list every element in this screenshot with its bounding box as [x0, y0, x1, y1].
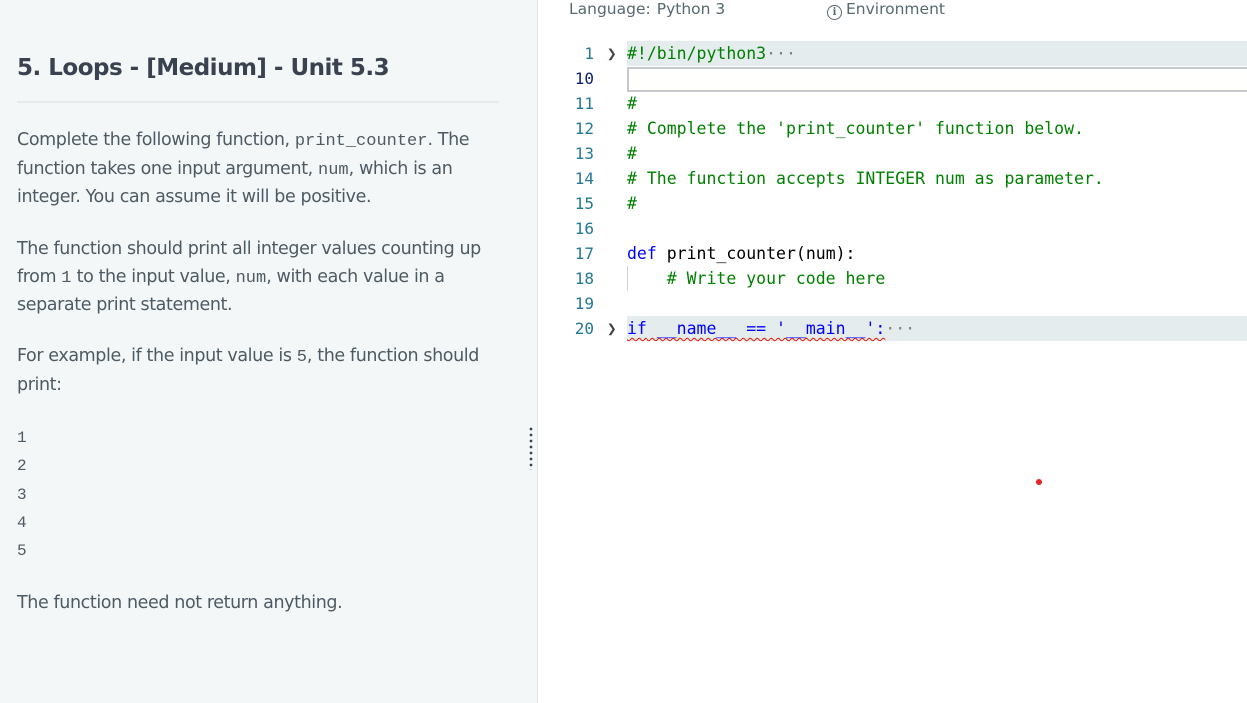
line-number: 15 — [574, 194, 594, 213]
code-line[interactable]: 15 # — [538, 191, 1247, 216]
line-number: 1 — [584, 44, 594, 63]
current-line-highlight — [627, 67, 1247, 92]
code-line[interactable]: 14 # The function accepts INTEGER num as… — [538, 166, 1247, 191]
keyword-token: if — [627, 319, 647, 338]
code-text: def print_counter(num): — [627, 241, 856, 266]
comment-token: # — [627, 94, 637, 113]
comment-token: # Write your code here — [627, 269, 886, 288]
code-line[interactable]: 13 # — [538, 141, 1247, 166]
problem-title: 5. Loops - [Medium] - Unit 5.3 — [17, 55, 390, 81]
line-number: 10 — [574, 69, 594, 88]
example-output-line: 3 — [17, 485, 27, 504]
fold-expand-icon[interactable]: ❯ — [607, 316, 617, 341]
inline-code: 1 — [61, 268, 72, 288]
inline-code: 5 — [296, 348, 307, 367]
environment-button[interactable]: i Environment — [827, 0, 945, 20]
comment-token: # — [627, 144, 637, 163]
comment-token: # The function accepts INTEGER num as pa… — [627, 169, 1104, 188]
line-number: 11 — [574, 94, 594, 113]
editor-panel: Language: Python 3 i Environment 1 ❯ #!/bi… — [538, 0, 1247, 703]
code-line[interactable]: 12 # Complete the 'print_counter' functi… — [538, 116, 1247, 141]
comment-token: # Complete the 'print_counter' function … — [627, 119, 1084, 138]
inline-code: num — [318, 160, 349, 180]
drag-grip-icon — [528, 426, 534, 470]
line-number: 13 — [574, 144, 594, 163]
problem-panel: 5. Loops - [Medium] - Unit 5.3 Complete … — [0, 0, 525, 703]
title-divider — [17, 101, 499, 103]
line-number: 16 — [574, 219, 594, 238]
code-token: __name__ == '__main__': — [646, 319, 886, 338]
mouse-pointer-marker — [1036, 479, 1042, 485]
code-text: #!/bin/python3··· — [627, 41, 796, 66]
info-icon: i — [827, 5, 842, 20]
line-number: 19 — [574, 294, 594, 313]
panel-resize-handle[interactable] — [524, 0, 538, 703]
comment-token: #!/bin/python3 — [627, 44, 767, 63]
code-editor[interactable]: 1 ❯ #!/bin/python3··· 10 11 # 12 # Compl… — [538, 41, 1247, 703]
example-output-line: 5 — [17, 542, 27, 561]
example-output-line: 1 — [17, 429, 27, 447]
environment-label: Environment — [846, 0, 945, 18]
problem-paragraph-4: The function need not return anything. — [17, 593, 343, 613]
line-number: 17 — [574, 244, 594, 263]
code-line[interactable]: 18 # Write your code here — [538, 266, 1247, 291]
code-line[interactable]: 17 def print_counter(num): — [538, 241, 1247, 266]
problem-paragraph-2: The function should print all integer va… — [17, 236, 507, 320]
line-number: 12 — [574, 119, 594, 138]
example-output: 1 2 3 4 5 — [17, 424, 27, 565]
keyword-token: def — [627, 244, 657, 263]
text: For example, if the input value is — [17, 346, 297, 366]
line-number: 18 — [574, 269, 594, 288]
code-line[interactable]: 1 ❯ #!/bin/python3··· — [538, 41, 1247, 66]
folded-ellipsis[interactable]: ··· — [885, 319, 915, 338]
code-line-current[interactable]: 10 — [538, 66, 1247, 92]
code-text: if __name__ == '__main__':··· — [627, 316, 915, 341]
language-label: Language: — [569, 0, 651, 18]
error-squiggle: if __name__ == '__main__': — [627, 319, 885, 338]
code-token: print_counter(num): — [656, 244, 856, 263]
line-number: 14 — [574, 169, 594, 188]
problem-paragraph-3: For example, if the input value is 5, th… — [17, 343, 507, 399]
code-line[interactable]: 11 # — [538, 91, 1247, 116]
text: to the input value, — [71, 266, 236, 287]
code-line[interactable]: 19 — [538, 291, 1247, 316]
fold-expand-icon[interactable]: ❯ — [607, 41, 617, 66]
inline-code: num — [235, 268, 267, 288]
code-line[interactable]: 16 — [538, 216, 1247, 241]
example-output-line: 4 — [17, 513, 27, 532]
line-number: 20 — [574, 319, 594, 338]
comment-token: # — [627, 194, 637, 213]
code-line[interactable]: 20 ❯ if __name__ == '__main__':··· — [538, 316, 1247, 341]
language-selector[interactable]: Language: Python 3 — [569, 0, 725, 18]
example-output-line: 2 — [17, 457, 27, 476]
problem-paragraph-1: Complete the following function, print_c… — [17, 127, 507, 212]
folded-ellipsis[interactable]: ··· — [766, 44, 796, 63]
language-value[interactable]: Python 3 — [657, 0, 726, 18]
text: Complete the following function, — [17, 130, 295, 150]
inline-code: print_counter — [294, 132, 428, 151]
